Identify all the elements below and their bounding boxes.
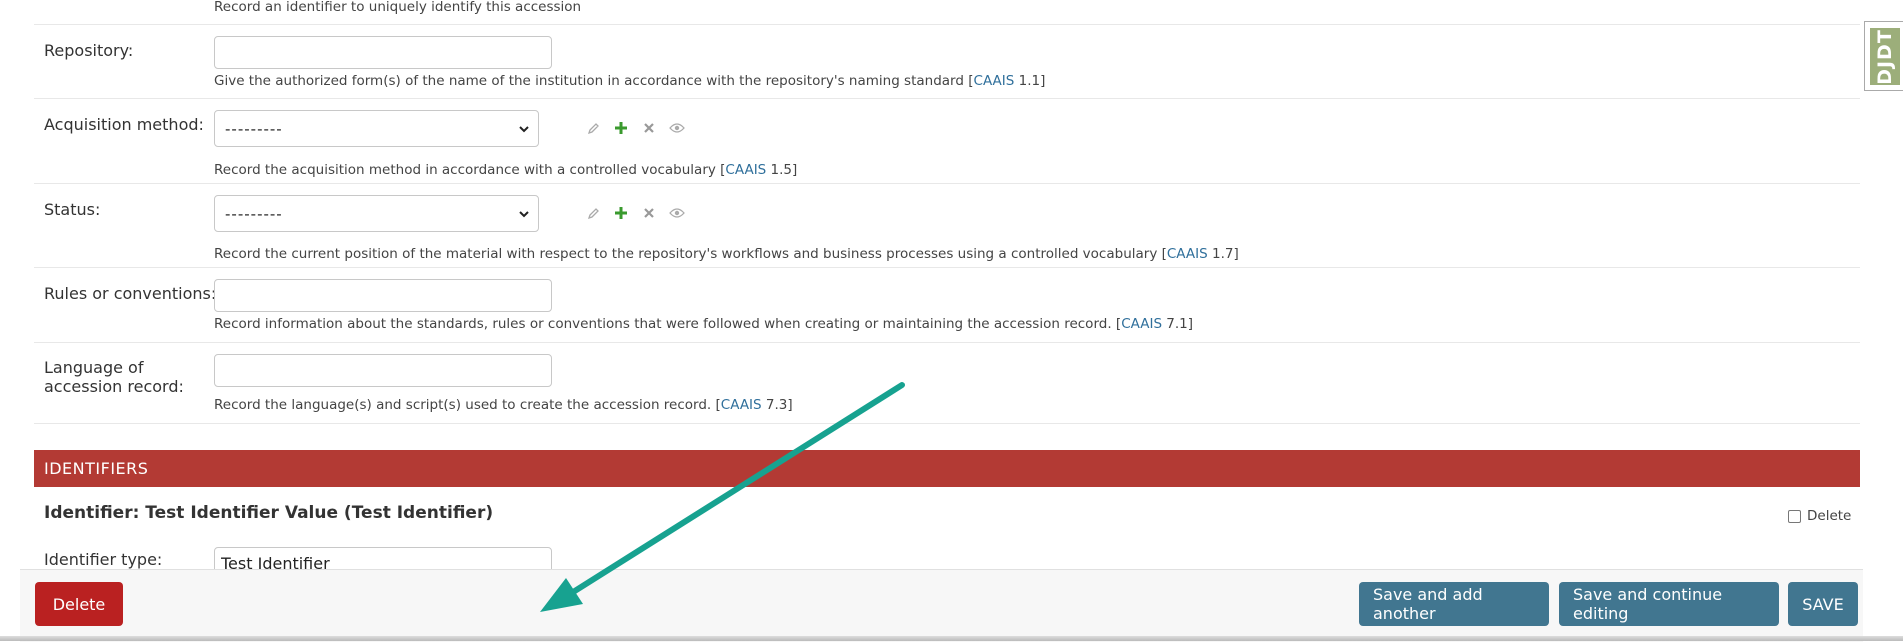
annotation-arrow	[540, 382, 905, 612]
